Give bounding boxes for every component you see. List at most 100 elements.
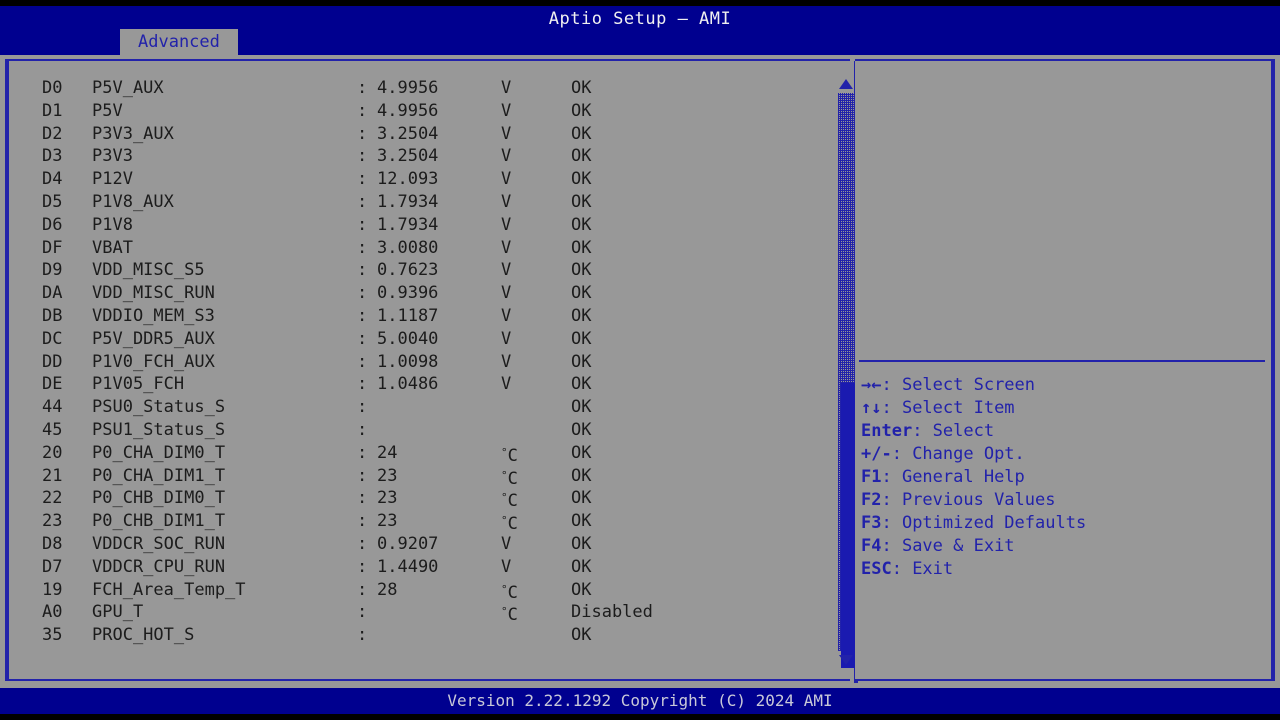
table-row[interactable]: D7VDDCR_CPU_RUN:1.4490VOK: [9, 556, 819, 579]
sensor-status: OK: [571, 373, 591, 396]
sensor-colon: :: [357, 237, 367, 260]
table-row[interactable]: 45PSU1_Status_S:OK: [9, 419, 819, 442]
sensor-value: 0.9396: [377, 282, 438, 305]
sensor-value: 1.1187: [377, 305, 438, 328]
sensor-value: 1.0486: [377, 373, 438, 396]
key-legend-item: →←: Select Screen: [861, 374, 1271, 397]
table-row[interactable]: D1P5V:4.9956VOK: [9, 100, 819, 123]
sensor-name: P5V: [92, 100, 123, 123]
sensor-status: OK: [571, 419, 591, 442]
sensor-id: D9: [42, 259, 62, 282]
table-row[interactable]: 22P0_CHB_DIM0_T:23°COK: [9, 487, 819, 510]
sensor-name: P1V05_FCH: [92, 373, 184, 396]
sensor-unit: V: [501, 373, 511, 396]
sensor-status: OK: [571, 214, 591, 237]
sensor-id: D2: [42, 123, 62, 146]
sensor-name: P12V: [92, 168, 133, 191]
sensor-colon: :: [357, 465, 367, 488]
sensor-value: 0.9207: [377, 533, 438, 556]
key-legend-label: : Previous Values: [881, 490, 1055, 510]
sensor-colon: :: [357, 214, 367, 237]
sensor-status: OK: [571, 191, 591, 214]
body-area: D0P5V_AUX:4.9956VOKD1P5V:4.9956VOKD2 P3V3…: [0, 55, 1280, 688]
table-row[interactable]: 21P0_CHA_DIM1_T:23°COK: [9, 465, 819, 488]
sensor-name: PSU0_Status_S: [92, 396, 225, 419]
table-row[interactable]: DEP1V05_FCH:1.0486VOK: [9, 373, 819, 396]
table-row[interactable]: 35PROC_HOT_S:OK: [9, 624, 819, 647]
key-legend-item: F4: Save & Exit: [861, 535, 1271, 558]
sensor-unit: V: [501, 123, 511, 146]
sensor-id: D0: [42, 77, 62, 100]
table-row[interactable]: 23P0_CHB_DIM1_T:23°COK: [9, 510, 819, 533]
sensor-status: OK: [571, 465, 591, 488]
sensor-name: P5V_DDR5_AUX: [92, 328, 215, 351]
sensor-colon: :: [357, 328, 367, 351]
sensor-id: 21: [42, 465, 62, 488]
sensor-unit: V: [501, 282, 511, 305]
sensor-id: D4: [42, 168, 62, 191]
sensor-colon: :: [357, 556, 367, 579]
table-row[interactable]: D5P1V8_AUX:1.7934VOK: [9, 191, 819, 214]
sensor-colon: :: [357, 100, 367, 123]
sensor-value: 4.9956: [377, 100, 438, 123]
sensor-name: VBAT: [92, 237, 133, 260]
table-row[interactable]: A0GPU_T:°CDisabled: [9, 601, 819, 624]
sensor-status: OK: [571, 100, 591, 123]
table-row[interactable]: 44PSU0_Status_S:OK: [9, 396, 819, 419]
sensor-name: P1V8: [92, 214, 133, 237]
key-legend-item: Enter: Select: [861, 420, 1271, 443]
sensor-value: 1.7934: [377, 191, 438, 214]
sensor-colon: :: [357, 442, 367, 465]
table-row[interactable]: D6P1V8:1.7934VOK: [9, 214, 819, 237]
sensor-name: VDD_MISC_RUN: [92, 282, 215, 305]
sensor-value: 28: [377, 579, 397, 602]
key-legend-label: : Change Opt.: [892, 444, 1025, 464]
key-legend-key: F1: [861, 467, 881, 487]
sensor-status: OK: [571, 259, 591, 282]
table-row[interactable]: 20P0_CHA_DIM0_T:24°COK: [9, 442, 819, 465]
scroll-down-arrow-icon[interactable]: [837, 653, 855, 667]
sensor-id: D7: [42, 556, 62, 579]
bios-setup-screen: Aptio Setup – AMI Advanced D0P5V_AUX:4.9…: [0, 0, 1280, 720]
table-row[interactable]: D2P3V3_AUX:3.2504VOK: [9, 123, 819, 146]
sensor-unit: V: [501, 305, 511, 328]
scroll-up-arrow-icon[interactable]: [837, 77, 855, 91]
table-row[interactable]: DAVDD_MISC_RUN:0.9396VOK: [9, 282, 819, 305]
sensor-value: 3.0080: [377, 237, 438, 260]
sensor-status: OK: [571, 510, 591, 533]
key-legend-key: F4: [861, 536, 881, 556]
key-legend-key: +/-: [861, 444, 892, 464]
table-row[interactable]: DDP1V0_FCH_AUX:1.0098VOK: [9, 351, 819, 374]
sensor-name: PROC_HOT_S: [92, 624, 194, 647]
vertical-scrollbar[interactable]: [835, 77, 857, 667]
table-row[interactable]: D0P5V_AUX:4.9956VOK: [9, 77, 819, 100]
sensor-value: 3.2504: [377, 145, 438, 168]
menu-tab-bar: Advanced: [0, 29, 1280, 55]
table-row[interactable]: D9VDD_MISC_S5:0.7623VOK: [9, 259, 819, 282]
sensor-id: DE: [42, 373, 62, 396]
key-legend-key: F2: [861, 490, 881, 510]
table-row[interactable]: DCP5V_DDR5_AUX:5.0040VOK: [9, 328, 819, 351]
sensor-id: 45: [42, 419, 62, 442]
sensor-id: DA: [42, 282, 62, 305]
tab-advanced[interactable]: Advanced: [120, 29, 238, 55]
table-row[interactable]: DBVDDIO_MEM_S3:1.1187VOK: [9, 305, 819, 328]
sensor-name: P1V0_FCH_AUX: [92, 351, 215, 374]
sensor-value: 1.0098: [377, 351, 438, 374]
scrollbar-track[interactable]: [838, 93, 854, 651]
sensor-colon: :: [357, 487, 367, 510]
sensor-id: DC: [42, 328, 62, 351]
sensor-id: 35: [42, 624, 62, 647]
sensor-list-panel: D0P5V_AUX:4.9956VOKD1P5V:4.9956VOKD2 P3V3…: [5, 59, 850, 681]
sensor-status: OK: [571, 396, 591, 419]
table-row[interactable]: D3P3V3:3.2504VOK: [9, 145, 819, 168]
sensor-colon: :: [357, 351, 367, 374]
table-row[interactable]: 19FCH_Area_Temp_T:28°COK: [9, 579, 819, 602]
table-row[interactable]: D4P12V:12.093VOK: [9, 168, 819, 191]
table-row[interactable]: D8VDDCR_SOC_RUN:0.9207VOK: [9, 533, 819, 556]
sensor-name: P3V3_AUX: [92, 123, 174, 146]
sensor-id: 23: [42, 510, 62, 533]
table-row[interactable]: DFVBAT:3.0080VOK: [9, 237, 819, 260]
help-panel: →←: Select Screen↑↓: Select ItemEnter: S…: [855, 59, 1275, 681]
sensor-value: 4.9956: [377, 77, 438, 100]
